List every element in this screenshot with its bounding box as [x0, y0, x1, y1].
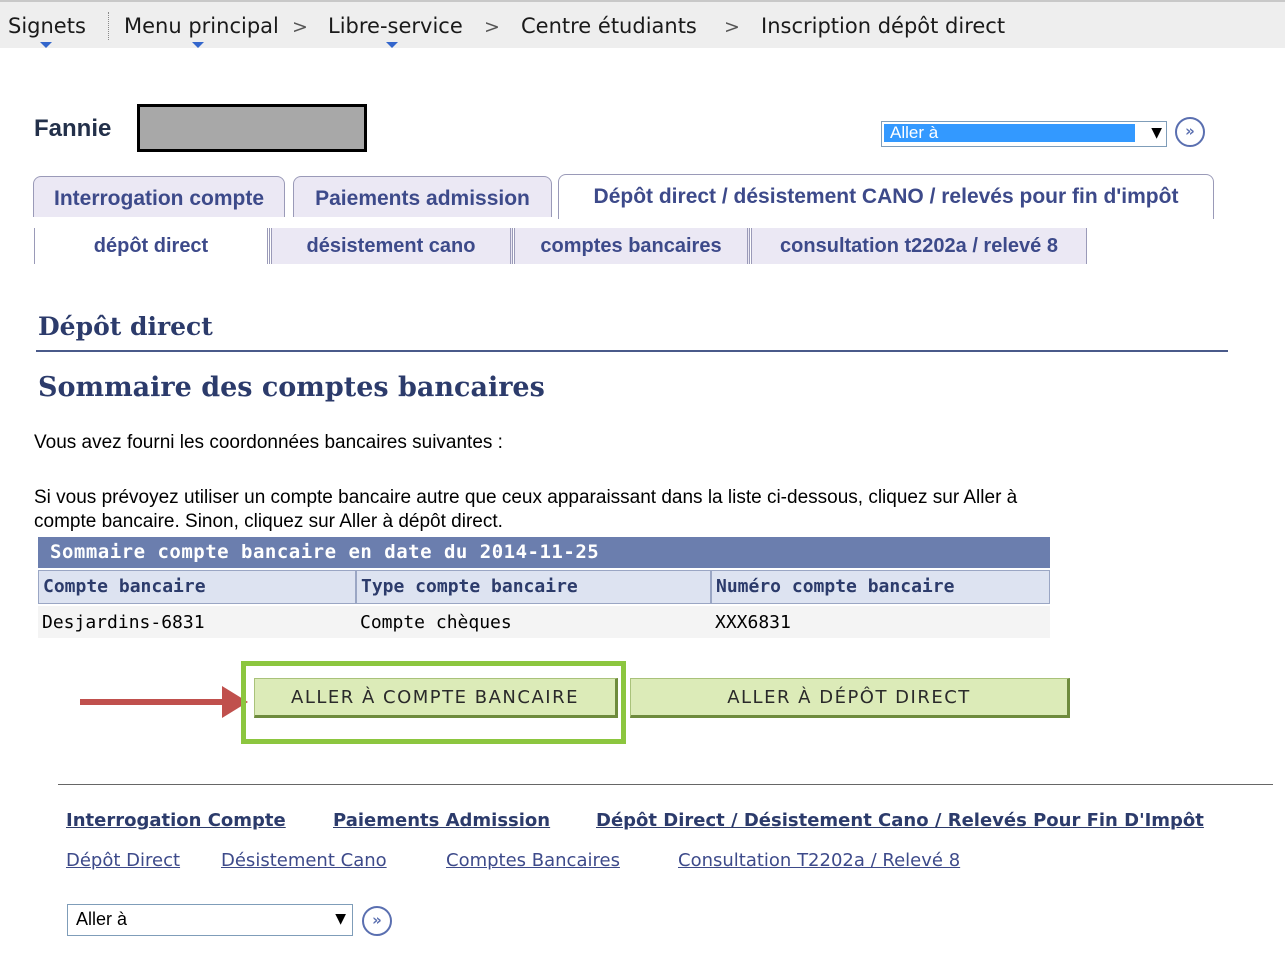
breadcrumb-menu-principal[interactable]: Menu principal — [124, 14, 279, 38]
go-arrow-icon[interactable]: » — [362, 906, 392, 936]
section-title: Sommaire des comptes bancaires — [38, 372, 545, 403]
footer-link-interrogation-compte[interactable]: Interrogation Compte — [66, 810, 286, 831]
dropdown-arrow-icon[interactable]: ▼ — [335, 911, 346, 927]
footer-goto-select[interactable]: Aller à ▼ — [67, 904, 353, 936]
instructions-text: Si vous prévoyez utiliser un compte banc… — [34, 487, 1018, 532]
divider — [108, 12, 109, 40]
subtab-comptes-bancaires[interactable]: comptes bancaires — [514, 228, 750, 264]
footer-link-comptes-bancaires[interactable]: Comptes Bancaires — [446, 850, 620, 871]
dropdown-arrow-icon[interactable]: ▼ — [1151, 125, 1162, 141]
subtab-depot-direct[interactable]: dépôt direct — [34, 228, 270, 264]
student-first-name: Fannie — [34, 115, 112, 142]
breadcrumb-centre-etudiants[interactable]: Centre étudiants — [521, 14, 697, 38]
page-title: Dépôt direct — [38, 312, 213, 341]
footer-link-depot-direct-tab[interactable]: Dépôt Direct / Désistement Cano / Relevé… — [596, 810, 1204, 831]
breadcrumb-current-page: Inscription dépôt direct — [761, 14, 1006, 38]
column-header-type: Type compte bancaire — [356, 570, 711, 604]
breadcrumb-signets[interactable]: Signets — [8, 14, 86, 38]
annotation-arrow-shaft — [80, 699, 230, 705]
title-divider — [36, 350, 1228, 352]
tab-depot-direct[interactable]: Dépôt direct / désistement CANO / relevé… — [558, 174, 1214, 219]
cell-numero-compte: XXX6831 — [711, 606, 1050, 638]
subtab-consultation-releve[interactable]: consultation t2202a / relevé 8 — [751, 228, 1087, 264]
footer-link-depot-direct[interactable]: Dépôt Direct — [66, 850, 180, 871]
goto-select[interactable]: Aller à ▼ — [881, 121, 1167, 147]
column-header-compte: Compte bancaire — [38, 570, 356, 604]
chevron-down-icon[interactable] — [386, 42, 398, 48]
go-arrow-icon[interactable]: » — [1175, 117, 1205, 147]
grid-title: Sommaire compte bancaire en date du 2014… — [38, 537, 1050, 568]
breadcrumb-separator: > — [724, 16, 740, 38]
highlight-box — [241, 661, 626, 744]
footer-divider — [58, 784, 1273, 785]
goto-select-value: Aller à — [884, 124, 1135, 142]
subtab-desistement-cano[interactable]: désistement cano — [271, 228, 513, 264]
footer-goto-value: Aller à — [76, 909, 128, 929]
intro-text: Vous avez fourni les coordonnées bancair… — [34, 432, 503, 453]
breadcrumb-libre-service[interactable]: Libre-service — [328, 14, 463, 38]
tab-paiements-admission[interactable]: Paiements admission — [293, 176, 552, 217]
breadcrumb-separator: > — [484, 16, 500, 38]
footer-link-consultation-releve[interactable]: Consultation T2202a / Relevé 8 — [678, 850, 960, 871]
chevron-down-icon[interactable] — [40, 42, 52, 48]
cell-type-compte: Compte chèques — [356, 606, 711, 638]
breadcrumb-separator: > — [292, 16, 308, 38]
tab-interrogation-compte[interactable]: Interrogation compte — [33, 176, 285, 217]
breadcrumb: Signets Menu principal > Libre-service >… — [0, 0, 1285, 48]
column-header-numero: Numéro compte bancaire — [711, 570, 1050, 604]
cell-compte-bancaire: Desjardins-6831 — [38, 606, 356, 638]
footer-link-paiements-admission[interactable]: Paiements Admission — [333, 810, 550, 831]
footer-link-desistement-cano[interactable]: Désistement Cano — [221, 850, 387, 871]
redacted-last-name — [137, 104, 367, 152]
goto-deposit-button[interactable]: ALLER À DÉPÔT DIRECT — [630, 678, 1070, 718]
chevron-down-icon[interactable] — [192, 42, 204, 48]
